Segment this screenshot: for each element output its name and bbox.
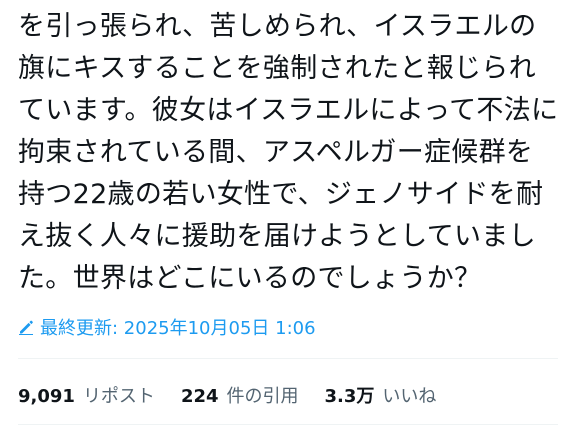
likes-count: 3.3万: [324, 386, 375, 407]
post-text-line: 拘束されている間、アスペルガー症候群を: [18, 137, 534, 168]
post-text-line: 旗にキスすることを強制されたと報じられ: [18, 53, 536, 84]
reposts-label: リポスト: [82, 386, 155, 407]
reposts-stat[interactable]: 9,091 リポスト: [18, 382, 155, 408]
post-text-line: ています。彼女はイスラエルによって不法に: [18, 95, 559, 126]
edited-timestamp: 最終更新: 2025年10月05日 1:06: [40, 318, 316, 339]
edit-history-link[interactable]: 最終更新: 2025年10月05日 1:06: [18, 314, 316, 340]
quotes-stat[interactable]: 224 件の引用: [181, 382, 299, 408]
post-text-line: 持つ22歳の若い女性で、ジェノサイドを耐: [18, 179, 544, 210]
post-text: を引っ張られ、苦しめられ、イスラエルの 旗にキスすることを強制されたと報じられ …: [18, 6, 566, 300]
quotes-label: 件の引用: [226, 386, 299, 407]
likes-label: いいね: [382, 386, 437, 407]
reposts-count: 9,091: [18, 386, 75, 407]
pencil-icon: [19, 320, 33, 335]
post-text-line: た。世界はどこにいるのでしょうか？: [18, 263, 482, 294]
divider: [18, 424, 558, 425]
post-text-line: を引っ張られ、苦しめられ、イスラエルの: [18, 11, 537, 42]
engagement-stats: 9,091 リポスト 224 件の引用 3.3万 いいね: [18, 380, 462, 410]
likes-stat[interactable]: 3.3万 いいね: [325, 382, 437, 408]
post-text-line: え抜く人々に援助を届けようとしていまし: [18, 221, 536, 252]
divider: [18, 358, 558, 359]
quotes-count: 224: [180, 386, 219, 407]
